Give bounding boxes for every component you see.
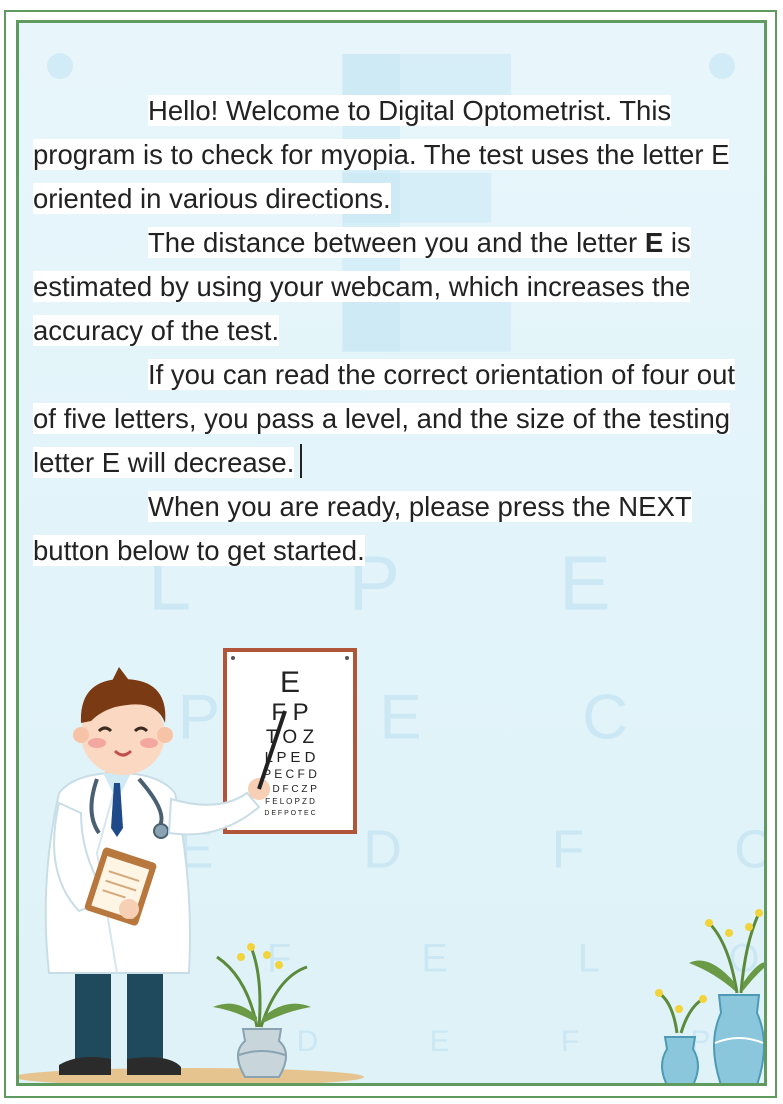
intro-paragraph-2: The distance between you and the letter … xyxy=(33,227,691,346)
flower-vase-center xyxy=(213,943,311,1078)
intro-paragraph-4: When you are ready, please press the NEX… xyxy=(33,491,692,566)
content-panel: L P E D P E C F D E D F C Z P F E L O P … xyxy=(16,20,767,1086)
text-caret xyxy=(300,444,303,478)
intro-paragraph-3: If you can read the correct orientation … xyxy=(33,359,736,478)
letter-e-bold: E xyxy=(644,227,664,258)
intro-paragraph-1: Hello! Welcome to Digital Optometrist. T… xyxy=(33,95,730,214)
intro-text: Hello! Welcome to Digital Optometrist. T… xyxy=(33,89,757,573)
flower-vase-right xyxy=(655,909,764,1083)
